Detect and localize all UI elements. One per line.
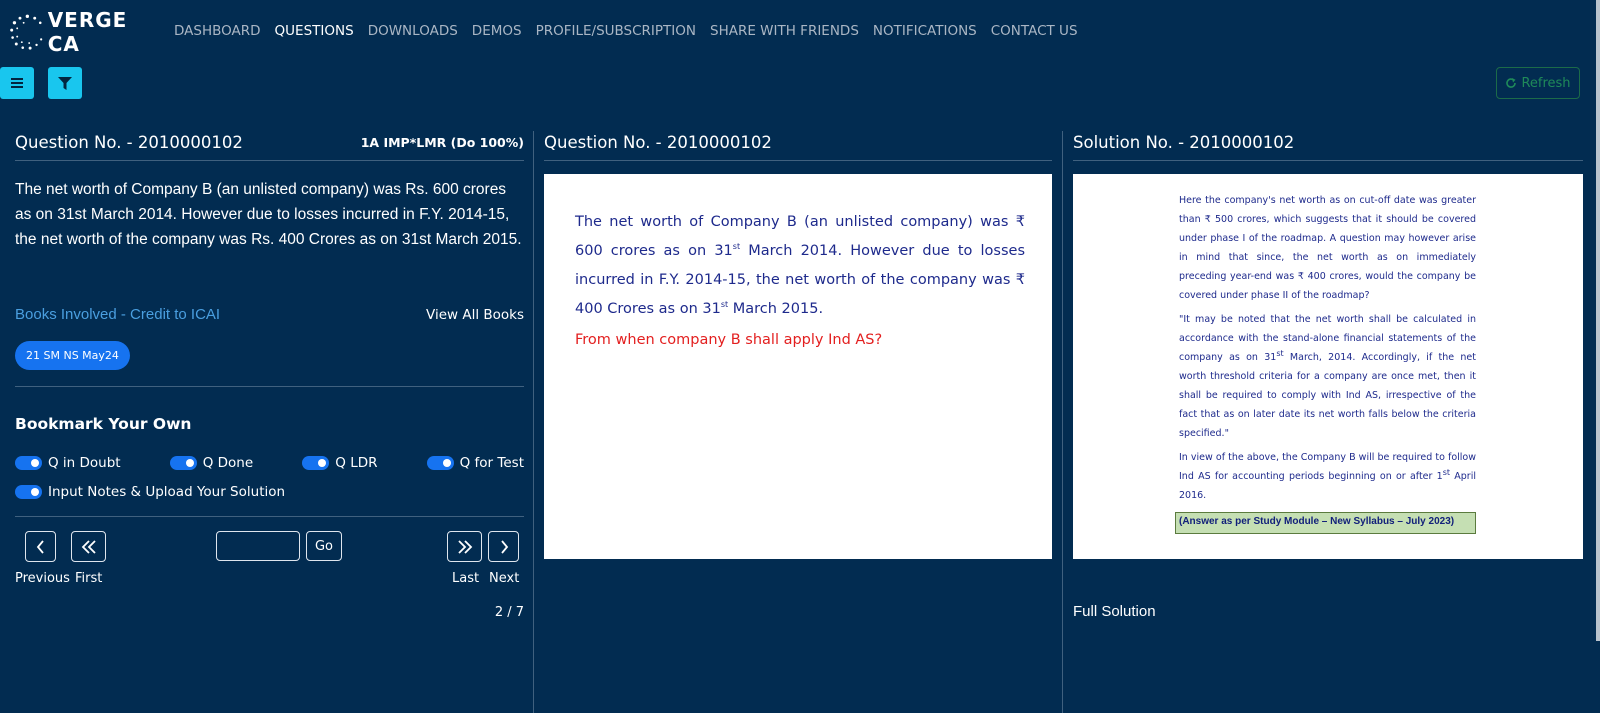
chevron-left-icon [36,539,44,554]
column-divider [533,131,534,713]
switch[interactable] [302,456,330,470]
refresh-label: Refresh [1521,75,1571,91]
last-label: Last [452,571,480,586]
switch[interactable] [15,485,42,499]
brand-logo[interactable]: VERGE CA [8,8,158,56]
last-button[interactable] [447,531,482,562]
double-chevron-right-icon [457,539,472,554]
question-image-panel: Question No. - 2010000102 The net worth … [544,131,1052,713]
toggle-q-for-test[interactable]: Q for Test [426,455,524,471]
toggle-label: Input Notes & Upload Your Solution [48,484,286,500]
divider [15,386,524,387]
nav-demos[interactable]: DEMOS [472,23,522,39]
bookmark-title: Bookmark Your Own [15,415,192,433]
question-header: Question No. - 2010000102 1A IMP*LMR (Do… [15,131,524,161]
toggle-label: Q LDR [335,455,378,471]
question-number: Question No. - 2010000102 [15,133,243,152]
solution-number: Solution No. - 2010000102 [1073,133,1295,152]
solution-image: Here the company's net worth as on cut-o… [1073,174,1583,559]
answer-source-box: (Answer as per Study Module – New Syllab… [1175,512,1476,534]
previous-button[interactable] [25,531,56,562]
nav-questions[interactable]: QUESTIONS [275,23,354,39]
solution-header: Solution No. - 2010000102 [1073,131,1583,161]
filter-button[interactable] [48,67,82,99]
nav-downloads[interactable]: DOWNLOADS [368,23,458,39]
books-row: Books Involved - Credit to ICAI View All… [15,306,524,323]
page-scrollbar[interactable] [1596,0,1600,641]
solution-panel: Solution No. - 2010000102 Here the compa… [1073,131,1583,713]
bookmark-toggles: Q in Doubt Q Done Q LDR Q for Test [15,455,524,471]
toggle-label: Q in Doubt [48,455,121,471]
solution-paragraph: "It may be noted that the net worth shal… [1179,314,1476,439]
view-all-books-link[interactable]: View All Books [426,307,524,323]
refresh-button[interactable]: Refresh [1496,67,1580,99]
column-divider [1062,131,1063,713]
question-header: Question No. - 2010000102 [544,131,1052,161]
hamburger-icon [11,78,23,88]
menu-button[interactable] [0,67,34,99]
question-pager: Previous First Go Last Next 2 / 7 [15,517,524,620]
solution-paragraph: In view of the above, the Company B will… [1179,452,1476,501]
toggle-q-in-doubt[interactable]: Q in Doubt [15,455,121,471]
books-involved-label: Books Involved - Credit to ICAI [15,306,221,323]
go-button[interactable]: Go [306,531,342,561]
chevron-right-icon [500,539,508,554]
page-count: 2 / 7 [494,605,524,620]
question-image-text: The net worth of Company B (an unlisted … [575,214,1025,317]
double-chevron-left-icon [81,539,96,554]
main-nav: DASHBOARD QUESTIONS DOWNLOADS DEMOS PROF… [174,23,1078,39]
nav-contact-us[interactable]: CONTACT US [991,23,1078,39]
question-image: The net worth of Company B (an unlisted … [544,174,1052,559]
question-number: Question No. - 2010000102 [544,133,772,152]
brand-name: VERGE CA [47,8,128,56]
toggle-label: Q for Test [459,455,524,471]
solution-paragraph: Here the company's net worth as on cut-o… [1179,195,1476,301]
switch[interactable] [169,456,197,470]
toggle-q-ldr[interactable]: Q LDR [302,455,378,471]
question-tag: 1A IMP*LMR (Do 100%) [360,135,524,150]
question-image-prompt: From when company B shall apply Ind AS? [575,332,883,348]
first-button[interactable] [71,531,106,562]
switch[interactable] [15,456,42,470]
filter-icon [58,76,72,90]
nav-notifications[interactable]: NOTIFICATIONS [873,23,977,39]
question-number-input[interactable] [216,531,300,561]
next-button[interactable] [488,531,519,562]
previous-label: Previous [15,571,70,586]
question-text: The net worth of Company B (an unlisted … [15,181,522,248]
question-details-panel: Question No. - 2010000102 1A IMP*LMR (Do… [15,131,524,713]
full-solution-link[interactable]: Full Solution [1073,603,1583,620]
nav-profile-subscription[interactable]: PROFILE/SUBSCRIPTION [536,23,696,39]
toggle-input-notes[interactable]: Input Notes & Upload Your Solution [15,484,524,500]
nav-dashboard[interactable]: DASHBOARD [174,23,261,39]
first-label: First [75,571,103,586]
logo-icon [10,14,43,50]
next-label: Next [489,571,520,586]
switch[interactable] [426,456,454,470]
nav-share-with-friends[interactable]: SHARE WITH FRIENDS [710,23,859,39]
book-chip[interactable]: 21 SM NS May24 [15,341,130,370]
toggle-label: Q Done [202,455,254,471]
refresh-icon [1506,78,1517,88]
toggle-q-done[interactable]: Q Done [169,455,254,471]
